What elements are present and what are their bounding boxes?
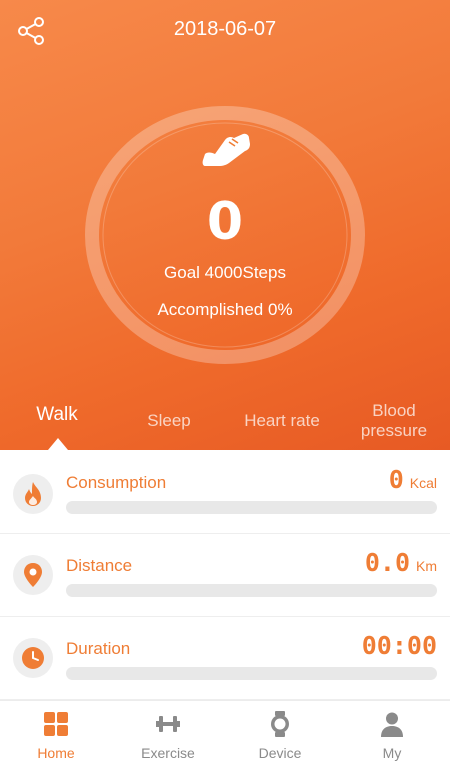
step-count: 0: [206, 192, 244, 252]
step-goal: Goal 4000Steps: [164, 263, 286, 282]
nav-label-device: Device: [258, 745, 302, 761]
summary-panel: 2018-06-07 0 Goal 4000Steps Accomplished…: [0, 0, 450, 450]
metric-row-duration[interactable]: Duration 00:00: [0, 616, 450, 700]
metric-bar-duration: [66, 667, 437, 680]
metric-value-distance: 0.0 Km: [364, 548, 437, 577]
metric-value-consumption: 0 Kcal: [388, 465, 437, 494]
bottom-nav: Home Exercise Device My: [0, 700, 450, 769]
metric-label-consumption: Consumption: [66, 473, 167, 492]
nav-device[interactable]: Device: [224, 701, 336, 769]
nav-home[interactable]: Home: [0, 701, 112, 769]
tab-heart-rate[interactable]: Heart rate: [228, 411, 336, 431]
nav-label-my: My: [382, 745, 402, 761]
nav-exercise[interactable]: Exercise: [112, 701, 224, 769]
flame-icon: [13, 474, 53, 514]
nav-label-exercise: Exercise: [141, 745, 195, 761]
metric-row-distance[interactable]: Distance 0.0 Km: [0, 533, 450, 617]
accomplished-percent: Accomplished 0%: [157, 300, 293, 319]
date-title[interactable]: 2018-06-07: [0, 18, 450, 41]
tab-walk[interactable]: Walk: [20, 405, 94, 425]
nav-my[interactable]: My: [336, 701, 448, 769]
metric-bar-distance: [66, 584, 437, 597]
metric-label-duration: Duration: [66, 639, 131, 658]
tab-sleep[interactable]: Sleep: [128, 411, 210, 431]
watch-icon: [271, 711, 289, 737]
dumbbell-icon: [156, 716, 180, 732]
metric-bar-consumption: [66, 501, 437, 514]
metric-row-consumption[interactable]: Consumption 0 Kcal: [0, 450, 450, 534]
home-grid-icon: [44, 712, 68, 736]
metric-value-duration: 00:00: [361, 631, 437, 660]
clock-icon: [13, 638, 53, 678]
sneaker-icon: [202, 133, 250, 166]
tab-blood-pressure[interactable]: Blood pressure: [350, 401, 438, 441]
tab-pointer: [48, 438, 68, 450]
location-pin-icon: [13, 555, 53, 595]
metric-label-distance: Distance: [66, 556, 133, 575]
nav-label-home: Home: [37, 745, 75, 761]
person-icon: [381, 712, 403, 737]
